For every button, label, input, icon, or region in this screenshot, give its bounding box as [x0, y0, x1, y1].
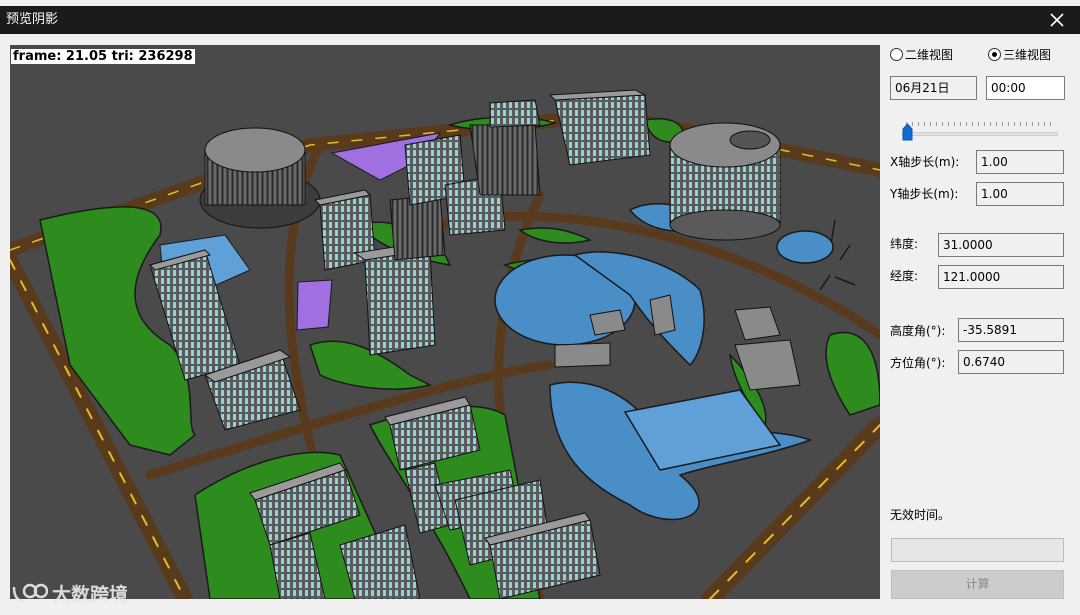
latitude-label: 纬度:	[890, 237, 919, 251]
building-cylinder-left	[199, 127, 321, 229]
settings-panel: 二维视图 三维视图 06月21日 00:00 X轴步长(m): 1.00 Y轴步…	[884, 40, 1076, 610]
radio-2d-view[interactable]: 二维视图	[890, 46, 953, 63]
slider-ticks	[906, 122, 1056, 126]
watermark-text: 大数跨境	[52, 584, 129, 606]
3d-viewport[interactable]: frame: 21.05 tri: 236298	[10, 45, 880, 599]
shadow-preview-window: 预览阴影 frame: 21.05 tri: 236298 大数跨境 二维视图 …	[0, 0, 1080, 615]
radio-3d-view[interactable]: 三维视图	[988, 46, 1051, 63]
radio-2d-label: 二维视图	[905, 48, 954, 62]
azimuth-input[interactable]: 0.6740	[958, 350, 1064, 374]
highlight-area	[296, 279, 333, 331]
frame-stats: frame: 21.05 tri: 236298	[11, 49, 195, 64]
window-title: 预览阴影	[6, 12, 59, 27]
date-picker[interactable]: 06月21日	[890, 76, 977, 100]
radio-3d-label: 三维视图	[1003, 48, 1052, 62]
scene-render	[10, 89, 880, 599]
watermark-logo-icon	[12, 583, 48, 602]
longitude-label: 经度:	[890, 269, 919, 283]
latitude-input[interactable]: 31.0000	[938, 233, 1064, 257]
calculate-button[interactable]: 计算	[891, 570, 1064, 599]
time-field[interactable]: 00:00	[986, 76, 1065, 100]
altitude-input[interactable]: -35.5891	[958, 318, 1064, 342]
status-text: 无效时间。	[890, 508, 951, 522]
slider-thumb[interactable]	[902, 123, 913, 141]
time-slider[interactable]	[902, 118, 1058, 142]
title-bar: 预览阴影	[0, 6, 1080, 34]
watermark: 大数跨境	[10, 580, 128, 607]
radio-circle	[890, 48, 903, 61]
y-step-input[interactable]: 1.00	[976, 182, 1064, 206]
x-step-input[interactable]: 1.00	[976, 150, 1064, 174]
slider-track	[902, 132, 1058, 136]
azimuth-label: 方位角(°):	[890, 356, 946, 370]
x-step-label: X轴步长(m):	[890, 155, 960, 169]
altitude-label: 高度角(°):	[890, 324, 946, 338]
y-step-label: Y轴步长(m):	[890, 187, 959, 201]
progress-bar	[891, 538, 1064, 562]
close-icon[interactable]	[1046, 9, 1068, 31]
building-cylinder-right	[669, 122, 781, 241]
longitude-input[interactable]: 121.0000	[938, 265, 1064, 289]
radio-circle-selected	[988, 48, 1001, 61]
